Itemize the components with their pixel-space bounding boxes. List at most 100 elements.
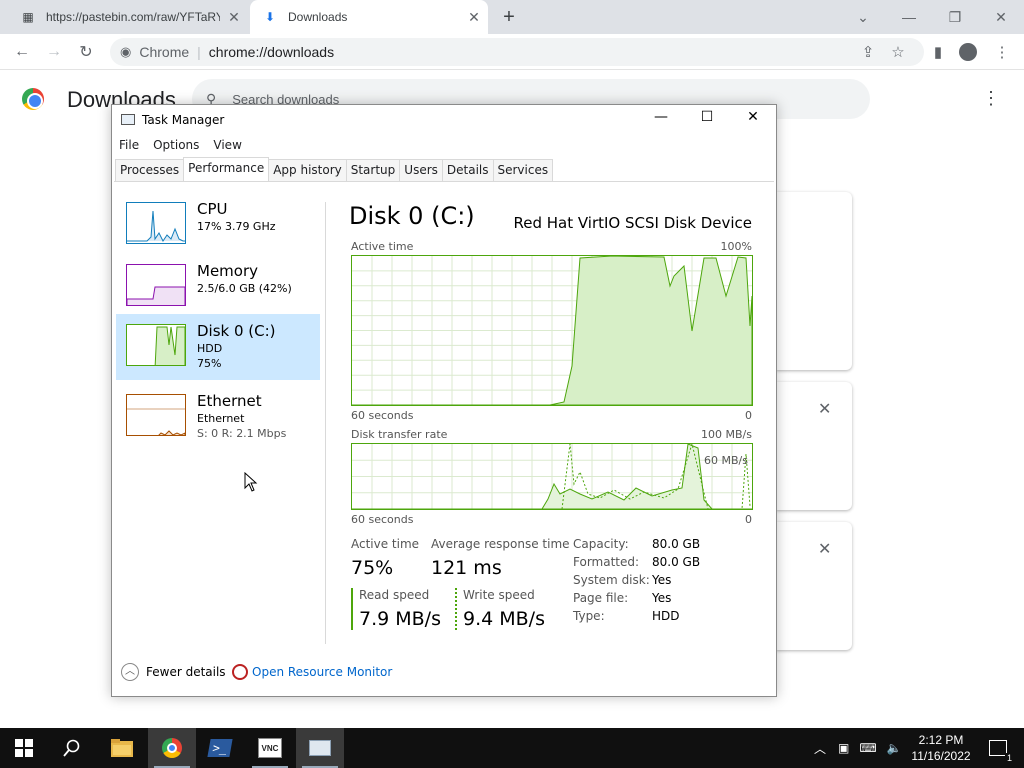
resource-ethernet[interactable]: Ethernet Ethernet S: 0 R: 2.1 Mbps	[116, 386, 320, 452]
resource-line2: 75%	[197, 357, 222, 370]
stat-read-value: 7.9 MB/s	[359, 608, 441, 630]
download-card	[776, 522, 852, 650]
tab-services[interactable]: Services	[492, 159, 554, 181]
new-tab-button[interactable]: +	[498, 6, 520, 28]
share-icon[interactable]: ⇪	[858, 42, 878, 62]
remove-download-icon[interactable]: ✕	[818, 399, 831, 419]
tm-maximize-button[interactable]: ☐	[692, 109, 722, 131]
close-button[interactable]: ✕	[978, 0, 1024, 34]
network-status-icon[interactable]: ▣	[838, 741, 849, 755]
tab-title: https://pastebin.com/raw/YFTaRY	[46, 10, 220, 24]
active-time-max-label: 100%	[720, 240, 752, 253]
tab-close-icon[interactable]: ✕	[220, 9, 248, 26]
file-explorer-button[interactable]	[98, 728, 146, 768]
taskbar-clock[interactable]: 2:12 PM 11/16/2022	[908, 732, 974, 764]
resource-name: Memory	[197, 262, 259, 280]
download-card	[776, 382, 852, 510]
powershell-taskbar-button[interactable]: >_	[196, 728, 244, 768]
volume-icon[interactable]: 🔈	[887, 741, 902, 755]
bookmark-star-icon[interactable]: ☆	[888, 42, 908, 62]
minimize-button[interactable]: —	[886, 0, 932, 34]
system-tray: ︿ ▣ ⌨ 🔈	[814, 728, 902, 768]
tab-app-history[interactable]: App history	[268, 159, 347, 181]
menu-view[interactable]: View	[206, 135, 248, 157]
tm-menubar: File Options View	[112, 135, 249, 157]
mouse-cursor-icon	[244, 472, 258, 492]
back-button[interactable]: ←	[10, 40, 34, 64]
task-manager-titlebar[interactable]: Task Manager — ☐ ✕	[112, 105, 776, 135]
tab-close-icon[interactable]: ✕	[460, 9, 488, 26]
resource-cpu[interactable]: CPU 17% 3.79 GHz	[116, 196, 320, 260]
open-resource-monitor-link[interactable]: Open Resource Monitor	[252, 665, 392, 679]
stat-avg-response-value: 121 ms	[431, 557, 502, 579]
tm-minimize-button[interactable]: —	[646, 109, 676, 131]
side-panel-icon[interactable]: ▮	[928, 42, 948, 62]
device-name: Red Hat VirtIO SCSI Disk Device	[513, 214, 752, 232]
transfer-axis-right: 0	[745, 513, 752, 526]
active-time-graph	[351, 255, 753, 406]
disk-thumbnail-graph	[126, 324, 186, 366]
active-time-axis-right: 0	[745, 409, 752, 422]
active-time-axis-left: 60 seconds	[351, 409, 414, 422]
stat-active-time-label: Active time	[351, 537, 420, 551]
window-title: Task Manager	[142, 113, 225, 127]
windows-taskbar: >_ VNC ︿ ▣ ⌨ 🔈 2:12 PM 11/16/2022 1	[0, 728, 1024, 768]
chevron-up-icon[interactable]: ︿	[121, 663, 139, 681]
folder-icon	[111, 739, 133, 757]
chrome-menu-icon[interactable]: ⋮	[992, 42, 1012, 62]
tab-startup[interactable]: Startup	[345, 159, 401, 181]
tab-processes[interactable]: Processes	[115, 159, 185, 181]
resource-disk[interactable]: Disk 0 (C:) HDD 75%	[116, 314, 320, 380]
read-speed-marker	[351, 588, 353, 630]
chrome-taskbar-button[interactable]	[148, 728, 196, 768]
network-icon[interactable]: ⌨	[859, 741, 876, 755]
write-speed-marker	[455, 588, 457, 630]
tab-downloads[interactable]: ⬇ Downloads ✕	[250, 0, 488, 34]
resource-name: Disk 0 (C:)	[197, 322, 276, 340]
transfer-axis-left: 60 seconds	[351, 513, 414, 526]
task-manager-icon	[121, 114, 135, 125]
notification-center-button[interactable]: 1	[978, 728, 1018, 768]
tab-users[interactable]: Users	[399, 159, 443, 181]
menu-options[interactable]: Options	[146, 135, 206, 157]
menu-file[interactable]: File	[112, 135, 146, 157]
resource-line1: 2.5/6.0 GB (42%)	[197, 282, 292, 295]
transfer-rate-graph: 60 MB/s	[351, 443, 753, 510]
downloads-menu-icon[interactable]: ⋮	[982, 88, 1000, 109]
tab-search-icon[interactable]: ⌄	[840, 0, 886, 34]
resource-name: CPU	[197, 200, 228, 218]
tab-details[interactable]: Details	[441, 159, 494, 181]
detail-page-file-value: Yes	[652, 591, 672, 605]
tm-footer: ︿ Fewer details Open Resource Monitor	[112, 657, 776, 693]
detail-type-key: Type:	[573, 609, 605, 623]
task-manager-taskbar-button[interactable]	[296, 728, 344, 768]
detail-capacity-key: Capacity:	[573, 537, 629, 551]
chrome-logo-icon	[22, 88, 44, 110]
tm-close-button[interactable]: ✕	[738, 109, 768, 131]
ethernet-thumbnail-graph	[126, 394, 186, 436]
remove-download-icon[interactable]: ✕	[818, 539, 831, 559]
clock-time: 2:12 PM	[918, 733, 964, 747]
detail-formatted-value: 80.0 GB	[652, 555, 701, 569]
task-manager-window: Task Manager — ☐ ✕ File Options View Pro…	[111, 104, 777, 697]
tab-performance[interactable]: Performance	[183, 157, 270, 180]
show-hidden-icons-icon[interactable]: ︿	[814, 740, 826, 757]
search-taskbar-button[interactable]	[48, 728, 96, 768]
tab-pastebin[interactable]: ▦ https://pastebin.com/raw/YFTaRY ✕	[8, 0, 248, 34]
address-separator: |	[197, 44, 201, 60]
detail-page-file-key: Page file:	[573, 591, 629, 605]
forward-button[interactable]: →	[42, 40, 66, 64]
chrome-icon	[162, 738, 182, 758]
profile-avatar-icon[interactable]	[958, 42, 978, 62]
restore-button[interactable]: ❐	[932, 0, 978, 34]
browser-toolbar: ← → ↻ ◉ Chrome | chrome://downloads ⇪ ☆ …	[0, 34, 1024, 70]
reload-button[interactable]: ↻	[74, 40, 98, 64]
vnc-taskbar-button[interactable]: VNC	[246, 728, 294, 768]
start-button[interactable]	[0, 728, 48, 768]
pane-title: Disk 0 (C:)	[349, 202, 475, 230]
resource-monitor-icon	[232, 664, 248, 680]
active-time-graph-label: Active time	[351, 240, 414, 253]
fewer-details-button[interactable]: Fewer details	[146, 665, 226, 679]
windows-logo-icon	[15, 739, 33, 757]
address-bar[interactable]: ◉ Chrome | chrome://downloads	[110, 38, 924, 66]
